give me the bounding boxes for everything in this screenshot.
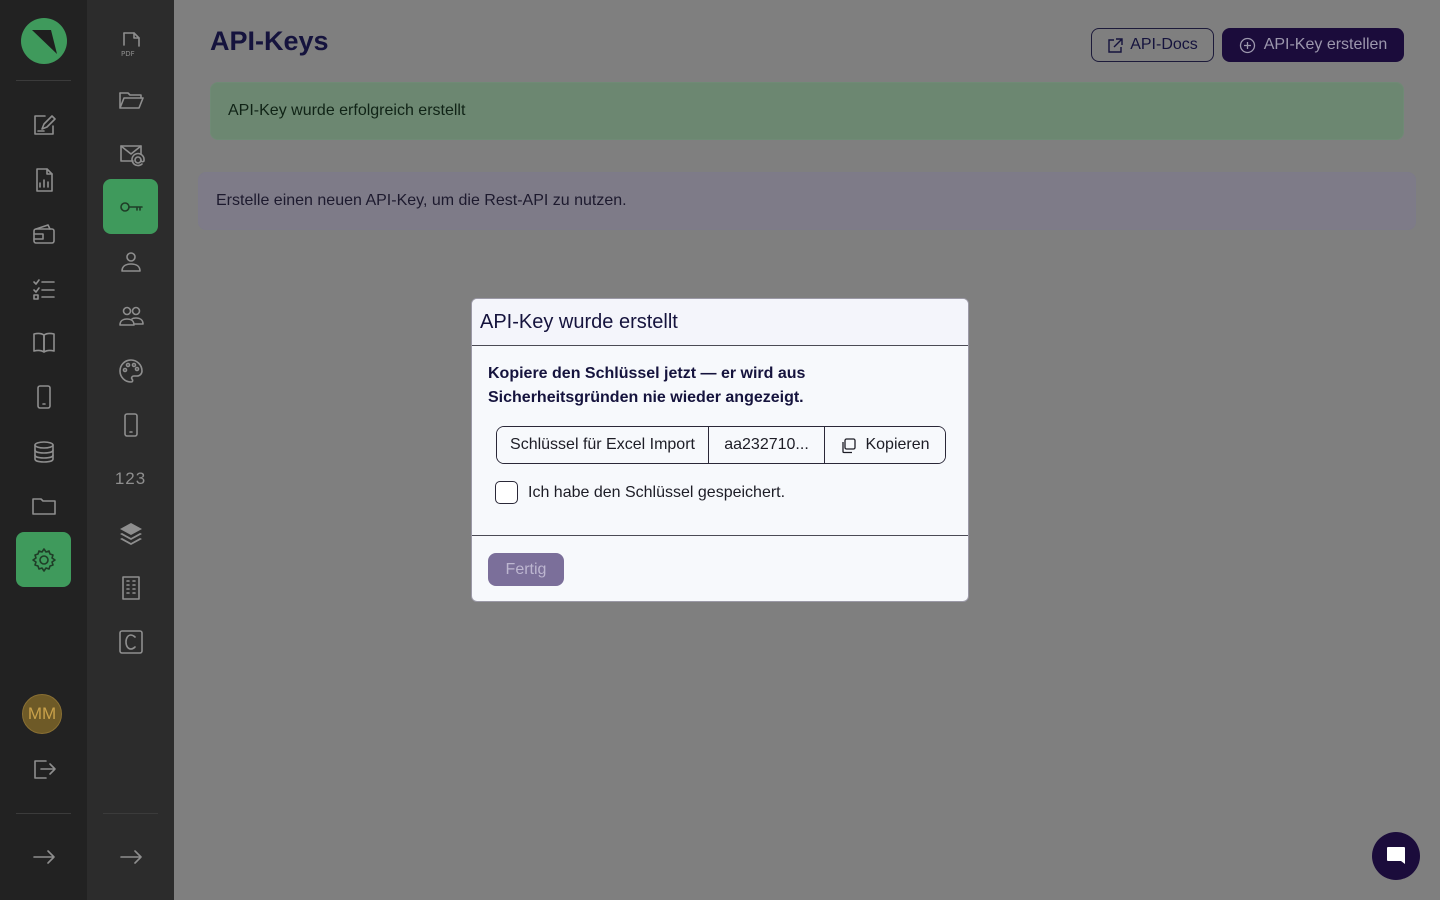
nav-folders[interactable] [103,71,158,126]
nav-mobile[interactable] [16,369,71,424]
arrow-right-icon [119,849,142,864]
success-alert: API-Key wurde erfolgreich erstellt [210,82,1404,140]
logout-button[interactable] [16,741,71,796]
copy-button[interactable]: Kopieren [825,427,945,463]
people-icon [118,306,144,326]
expand-secondary-button[interactable] [103,829,158,884]
done-button[interactable]: Fertig [488,553,564,586]
nav-mail[interactable] [103,125,158,180]
create-api-key-label: API-Key erstellen [1263,36,1388,53]
saved-checkbox-label: Ich habe den Schlüssel gespeichert. [528,483,786,501]
chat-button[interactable] [1372,832,1420,880]
nav-docs[interactable] [16,314,71,369]
primary-sidebar: MM [0,0,87,900]
divider [16,813,71,814]
checklist-icon [32,278,55,300]
nav-company[interactable] [103,560,158,615]
divider [103,813,158,814]
user-avatar[interactable]: MM [22,694,62,734]
external-link-icon [1108,37,1123,53]
arrow-right-icon [32,849,55,864]
database-icon [33,440,54,463]
c-box-icon [118,629,143,654]
document-chart-icon [35,167,53,192]
phone-icon [36,384,51,409]
copy-icon [842,437,857,453]
person-icon [120,251,141,272]
copy-label: Kopieren [865,436,930,453]
nav-database[interactable] [16,424,71,479]
divider [16,80,71,81]
pdf-icon: PDF [121,31,140,58]
secondary-sidebar: PDF 123 [87,0,174,900]
copy-warning: Kopiere den Schlüssel jetzt — er wird au… [488,365,806,406]
nav-numbers[interactable]: 123 [103,451,158,506]
saved-confirmation[interactable]: Ich habe den Schlüssel gespeichert. [495,481,952,504]
nav-api-keys[interactable] [103,179,158,234]
modal-body: Kopiere den Schlüssel jetzt — er wird au… [472,346,968,536]
success-alert-text: API-Key wurde erfolgreich erstellt [228,102,466,119]
modal-footer: Fertig [472,536,968,601]
plus-circle-icon [1239,37,1255,53]
logout-icon [33,759,56,779]
modal-title: API-Key wurde erstellt [480,310,678,333]
page-title: API-Keys [210,26,329,56]
info-box: Erstelle einen neuen API-Key, um die Res… [198,172,1416,230]
nav-c[interactable] [103,614,158,669]
nav-wallet[interactable] [16,207,71,262]
layers-icon [119,522,142,545]
chat-icon [1387,847,1405,864]
edit-document-icon [33,114,56,135]
nav-editor[interactable] [16,97,71,152]
nav-team[interactable] [103,288,158,343]
nav-files[interactable] [16,477,71,532]
nav-devices[interactable] [103,397,158,452]
settings-icon [31,547,56,572]
api-docs-label: API-Docs [1130,36,1198,53]
expand-primary-button[interactable] [16,829,71,884]
svg-text:PDF: PDF [121,50,135,58]
modal-header: API-Key wurde erstellt [472,299,968,346]
palette-icon [118,358,143,383]
numbers-icon: 123 [114,468,147,488]
nav-settings[interactable] [16,532,71,587]
nav-pdf[interactable]: PDF [103,16,158,71]
key-icon [119,201,143,212]
phone-icon [123,412,138,437]
nav-tasks[interactable] [16,261,71,316]
building-icon [121,575,140,600]
nav-reports[interactable] [16,152,71,207]
book-icon [32,332,55,353]
folder-icon [31,497,56,515]
folder-open-icon [118,91,144,109]
info-box-text: Erstelle einen neuen API-Key, um die Res… [216,192,627,209]
api-key-input-group: Schlüssel für Excel Import aa232710... K… [496,426,946,464]
nav-user[interactable] [103,234,158,289]
nav-themes[interactable] [103,343,158,398]
app-logo[interactable] [21,18,67,64]
mail-at-icon [119,144,145,166]
create-api-key-button[interactable]: API-Key erstellen [1222,28,1404,62]
api-key-created-modal: API-Key wurde erstellt Kopiere den Schlü… [471,298,969,602]
api-key-name: Schlüssel für Excel Import [497,427,709,463]
api-docs-button[interactable]: API-Docs [1091,28,1214,62]
saved-checkbox[interactable] [495,481,518,504]
wallet-icon [32,223,55,244]
api-key-value[interactable]: aa232710... [709,427,825,463]
nav-layers[interactable] [103,506,158,561]
